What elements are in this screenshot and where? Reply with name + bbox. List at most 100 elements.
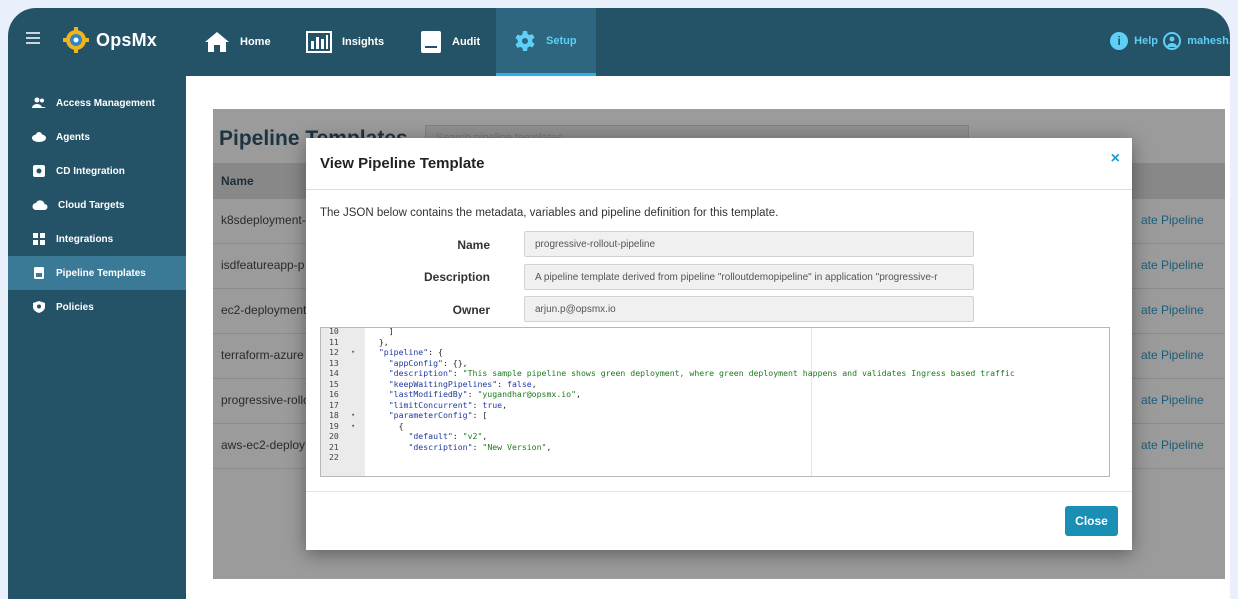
shield-icon — [33, 301, 45, 313]
opsmx-logo-icon — [63, 27, 89, 53]
fold-toggle-icon[interactable]: ▾ — [351, 410, 355, 420]
description-field[interactable]: A pipeline template derived from pipelin… — [524, 264, 974, 290]
line-number: 14 — [329, 368, 339, 378]
fold-toggle-icon[interactable]: ▾ — [351, 347, 355, 357]
line-number: 13 — [329, 357, 339, 368]
nav-audit-label: Audit — [452, 36, 481, 48]
code-text: }, — [369, 336, 389, 347]
nav-home[interactable]: Home — [204, 8, 271, 76]
template-name: terraform-azure — [221, 348, 304, 362]
agent-icon — [32, 132, 46, 142]
top-navbar: OpsMx Home Insights Audit Setup i Help m… — [8, 8, 1230, 76]
template-name: isdfeatureapp-p — [221, 258, 305, 272]
home-icon — [205, 32, 229, 52]
name-label: Name — [457, 238, 490, 252]
user-avatar-icon — [1163, 32, 1182, 50]
code-text: "lastModifiedBy": "yugandhar@opsmx.io", — [388, 389, 581, 399]
line-number: 17 — [329, 399, 339, 410]
brand[interactable]: OpsMx — [62, 26, 157, 54]
modal-header: View Pipeline Template × — [306, 138, 1132, 190]
sidebar-item-label: Cloud Targets — [58, 199, 125, 211]
sidebar-item-pipeline-templates[interactable]: Pipeline Templates — [8, 256, 186, 290]
sidebar-item-label: CD Integration — [56, 165, 125, 177]
close-button[interactable]: Close — [1065, 506, 1118, 536]
create-pipeline-link[interactable]: ate Pipeline — [1141, 393, 1204, 407]
brand-name: OpsMx — [96, 29, 158, 50]
sidebar-item-label: Agents — [56, 131, 90, 143]
info-icon: i — [1110, 32, 1129, 50]
code-line: 10 ] — [321, 327, 1109, 336]
help-link[interactable]: i Help — [1110, 32, 1158, 50]
sidebar-item-label: Integrations — [56, 233, 114, 245]
line-number: 18 — [329, 410, 339, 420]
document-icon — [421, 31, 441, 53]
nav-setup-label: Setup — [546, 34, 577, 47]
cloud-icon — [32, 200, 48, 210]
nav-insights[interactable]: Insights — [306, 8, 384, 76]
sidebar-item-cloud-targets[interactable]: Cloud Targets — [8, 188, 186, 222]
close-icon[interactable]: × — [1111, 150, 1120, 168]
code-line: 14 "description": "This sample pipeline … — [321, 368, 1109, 378]
sidebar-item-agents[interactable]: Agents — [8, 120, 186, 154]
sidebar-item-integrations[interactable]: Integrations — [8, 222, 186, 256]
code-text: "appConfig": {}, — [388, 357, 468, 368]
column-header-name: Name — [221, 174, 254, 188]
modal-footer-divider — [306, 491, 1132, 492]
template-name: ec2-deployment — [221, 303, 307, 317]
code-text: "description": "New Version", — [408, 441, 552, 452]
template-icon — [34, 267, 44, 279]
fold-toggle-icon[interactable]: ▾ — [351, 421, 355, 431]
line-number: 19 — [329, 420, 339, 431]
code-line: 20 "default": "v2", — [321, 431, 1109, 441]
code-line: 15 "keepWaitingPipelines": false, — [321, 379, 1109, 389]
nav-home-label: Home — [240, 36, 271, 48]
create-pipeline-link[interactable]: ate Pipeline — [1141, 213, 1204, 227]
code-text: "description": "This sample pipeline sho… — [388, 368, 1015, 378]
create-pipeline-link[interactable]: ate Pipeline — [1141, 258, 1204, 272]
owner-field[interactable]: arjun.p@opsmx.io — [524, 296, 974, 322]
hamburger-menu-icon[interactable] — [26, 32, 40, 44]
code-line: 13 "appConfig": {}, — [321, 358, 1109, 368]
line-number: 16 — [329, 389, 339, 399]
user-name: mahesh.k — [1187, 35, 1230, 47]
puzzle-icon — [33, 165, 45, 177]
json-code-editor[interactable]: 10 ] 11 }, 12 ▾ "pipeline": {13 "appConfig"… — [320, 327, 1110, 477]
create-pipeline-link[interactable]: ate Pipeline — [1141, 303, 1204, 317]
line-number: 22 — [329, 452, 339, 462]
sidebar-item-access-management[interactable]: Access Management — [8, 86, 186, 120]
nav-audit[interactable]: Audit — [420, 8, 480, 76]
owner-label: Owner — [452, 303, 490, 317]
code-text: "limitConcurrent": true, — [388, 399, 508, 410]
code-line: 11 }, — [321, 337, 1109, 347]
create-pipeline-link[interactable]: ate Pipeline — [1141, 438, 1204, 452]
sidebar-item-cd-integration[interactable]: CD Integration — [8, 154, 186, 188]
code-text: "keepWaitingPipelines": false, — [388, 378, 537, 389]
code-line: 16 "lastModifiedBy": "yugandhar@opsmx.io… — [321, 389, 1109, 399]
user-menu[interactable]: mahesh.k — [1163, 32, 1230, 50]
sidebar: Access Management Agents CD Integration … — [8, 76, 186, 599]
code-line: 21 "description": "New Version", — [321, 442, 1109, 452]
line-number: 20 — [329, 431, 339, 441]
code-line: 17 "limitConcurrent": true, — [321, 400, 1109, 410]
chart-icon — [306, 31, 332, 53]
users-icon — [32, 97, 46, 108]
nav-setup[interactable]: Setup — [496, 8, 596, 76]
code-text: "default": "v2", — [408, 431, 488, 441]
description-label: Description — [423, 270, 490, 284]
nav-insights-label: Insights — [342, 36, 385, 48]
gear-icon — [515, 30, 535, 51]
template-name: progressive-rollo — [221, 393, 310, 407]
code-line: 12 ▾ "pipeline": { — [321, 347, 1109, 357]
sidebar-item-label: Policies — [56, 301, 94, 313]
line-number: 10 — [329, 327, 339, 336]
sidebar-item-policies[interactable]: Policies — [8, 290, 186, 324]
help-label: Help — [1134, 35, 1158, 47]
modal-description: The JSON below contains the metadata, va… — [320, 207, 779, 219]
template-name: aws-ec2-deploy — [221, 438, 306, 452]
sidebar-item-label: Access Management — [56, 97, 155, 109]
create-pipeline-link[interactable]: ate Pipeline — [1141, 348, 1204, 362]
sidebar-item-label: Pipeline Templates — [56, 267, 146, 279]
name-field[interactable]: progressive-rollout-pipeline — [524, 231, 974, 257]
template-name: k8sdeployment- — [221, 213, 306, 227]
line-number: 21 — [329, 441, 339, 452]
